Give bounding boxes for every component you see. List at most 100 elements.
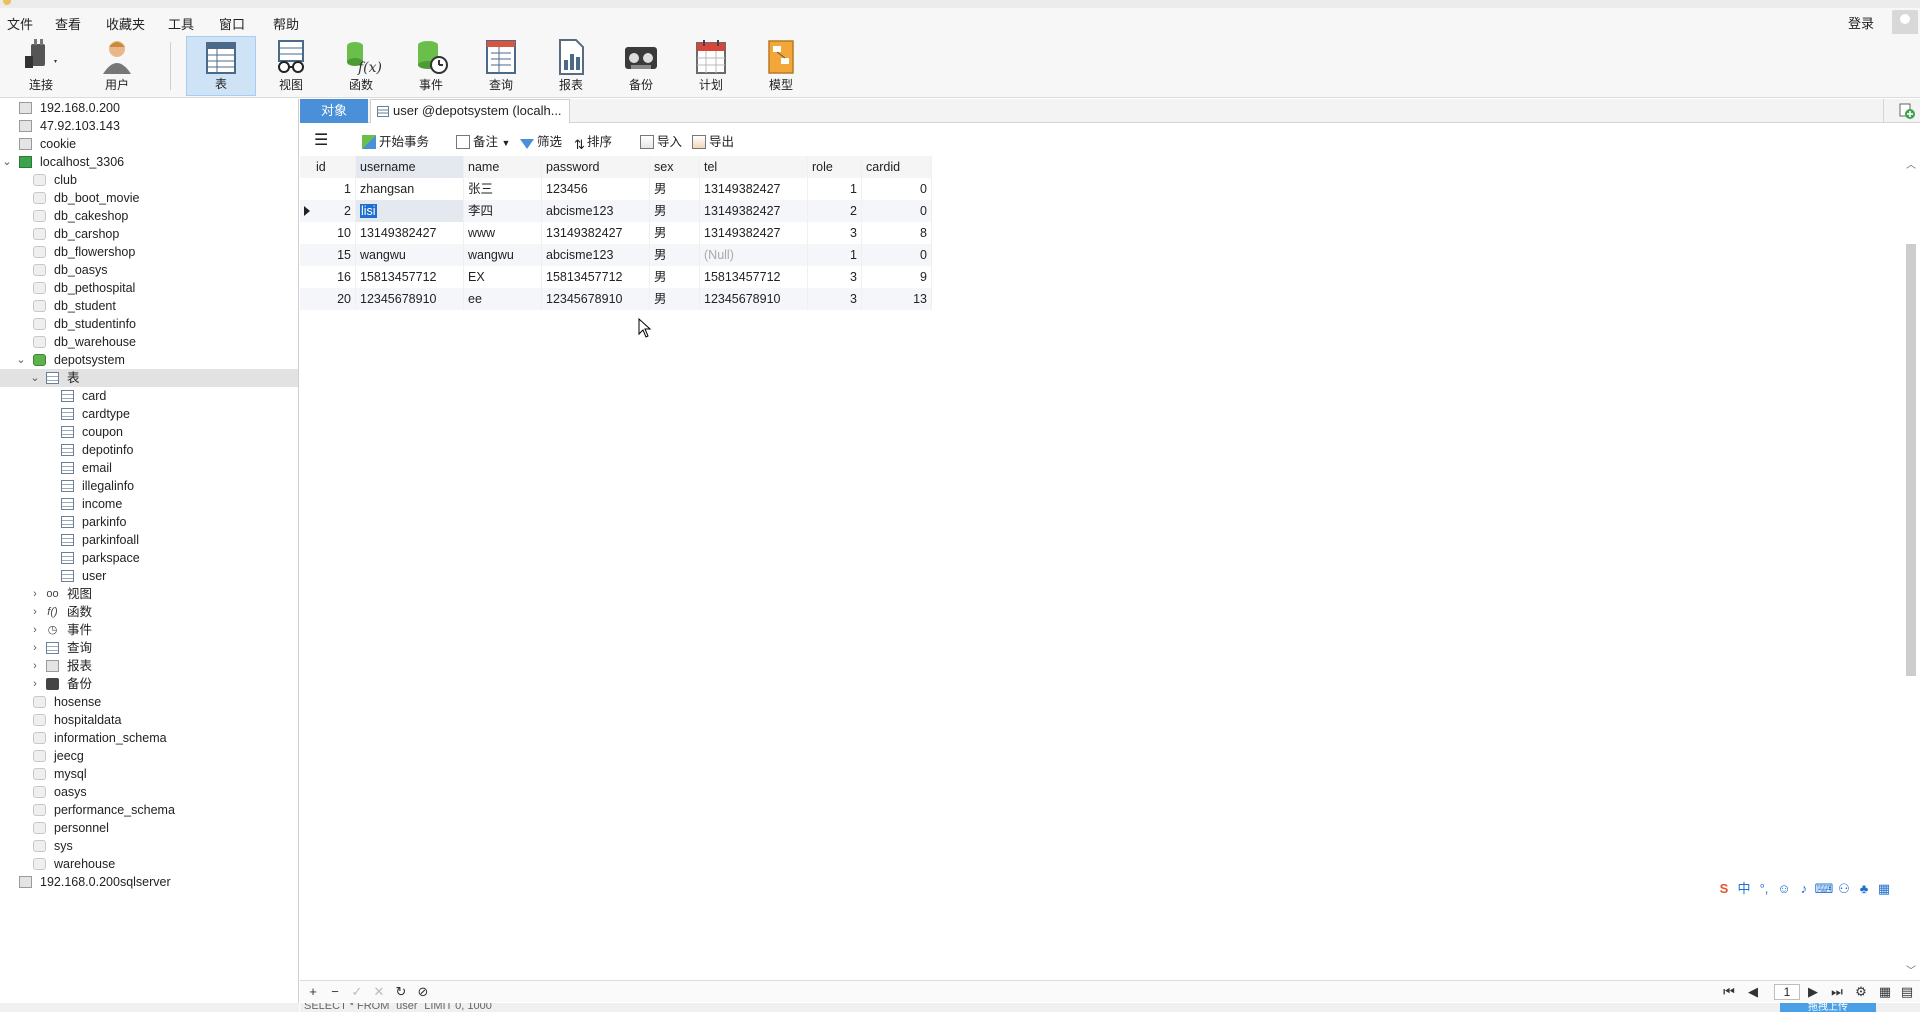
cell-name[interactable]: ee	[464, 288, 542, 310]
tree-table-item[interactable]: coupon	[0, 423, 298, 441]
chevron-right-icon[interactable]: ›	[29, 675, 41, 693]
column-header-username[interactable]: username	[356, 156, 464, 178]
chevron-right-icon[interactable]: ›	[29, 657, 41, 675]
cell-id[interactable]: 20	[312, 288, 356, 310]
tree-database[interactable]: jeecg	[0, 747, 298, 765]
cell-id[interactable]: 10	[312, 222, 356, 244]
backup-button[interactable]: 备份	[606, 36, 676, 96]
cell-sex[interactable]: 男	[650, 266, 700, 288]
cell-tel[interactable]: 13149382427	[700, 178, 808, 200]
cell-password[interactable]: 15813457712	[542, 266, 650, 288]
cell-password[interactable]: abcisme123	[542, 200, 650, 222]
tree-table-item[interactable]: parkinfo	[0, 513, 298, 531]
cell-role[interactable]: 3	[808, 222, 862, 244]
scroll-down-icon[interactable]: ﹀	[1904, 962, 1918, 977]
tree-group-views[interactable]: › oo 视图	[0, 585, 298, 603]
cell-password[interactable]: abcisme123	[542, 244, 650, 266]
tree-table-item[interactable]: parkspace	[0, 549, 298, 567]
user-avatar[interactable]	[1892, 10, 1918, 36]
cell-role[interactable]: 1	[808, 178, 862, 200]
import-button[interactable]: 导入	[640, 133, 682, 151]
cell-role[interactable]: 3	[808, 288, 862, 310]
menu-file[interactable]: 文件	[7, 14, 33, 33]
sort-button[interactable]: ⇅ 排序	[574, 133, 612, 152]
cell-role[interactable]: 3	[808, 266, 862, 288]
user-button[interactable]: 用户	[82, 36, 152, 96]
cell-username[interactable]: wangwu	[356, 244, 464, 266]
tree-table-item[interactable]: email	[0, 459, 298, 477]
cell-cardid[interactable]: 0	[862, 244, 932, 266]
previous-page-icon[interactable]: ◀	[1744, 983, 1762, 1001]
cell-tel[interactable]: 12345678910	[700, 288, 808, 310]
cell-cardid[interactable]: 0	[862, 200, 932, 222]
cell-id[interactable]: 16	[312, 266, 356, 288]
cell-cardid[interactable]: 8	[862, 222, 932, 244]
tree-database[interactable]: db_pethospital	[0, 279, 298, 297]
table-button[interactable]: 表	[186, 36, 256, 96]
tree-database[interactable]: db_boot_movie	[0, 189, 298, 207]
cell-cardid[interactable]: 13	[862, 288, 932, 310]
grid-view-icon[interactable]: ▦	[1876, 983, 1894, 1001]
function-button[interactable]: f(x) 函数	[326, 36, 396, 96]
hamburger-menu-icon[interactable]: ☰	[314, 133, 328, 151]
column-header-tel[interactable]: tel	[700, 156, 808, 178]
login-link[interactable]: 登录	[1848, 13, 1874, 32]
tree-database[interactable]: performance_schema	[0, 801, 298, 819]
cell-role[interactable]: 2	[808, 200, 862, 222]
tree-database[interactable]: club	[0, 171, 298, 189]
connect-button[interactable]: 连接	[6, 36, 76, 96]
tree-database[interactable]: oasys	[0, 783, 298, 801]
cell-password[interactable]: 123456	[542, 178, 650, 200]
settings-gear-icon[interactable]: ⚙	[1852, 983, 1870, 1001]
cell-name[interactable]: EX	[464, 266, 542, 288]
cell-sex[interactable]: 男	[650, 244, 700, 266]
table-row[interactable]: 20 12345678910 ee 12345678910 男 12345678910 3 1…	[300, 288, 932, 310]
begin-transaction-button[interactable]: 开始事务	[362, 133, 429, 151]
chevron-right-icon[interactable]: ›	[29, 621, 41, 639]
tree-group-reports[interactable]: › 报表	[0, 657, 298, 675]
ime-language[interactable]: 中	[1734, 878, 1754, 897]
export-button[interactable]: 导出	[692, 133, 734, 151]
tree-database[interactable]: db_studentinfo	[0, 315, 298, 333]
chevron-down-icon[interactable]: ⌄	[1, 153, 13, 171]
query-button[interactable]: 查询	[466, 36, 536, 96]
first-page-icon[interactable]: ⏮	[1720, 983, 1738, 1001]
chevron-down-icon[interactable]: ⌄	[15, 351, 27, 369]
cell-tel[interactable]: (Null)	[700, 244, 808, 266]
tab-objects[interactable]: 对象	[300, 99, 368, 123]
grid-menu-icon[interactable]: ▦	[1874, 881, 1894, 897]
stop-icon[interactable]: ⊘	[414, 983, 432, 1001]
tree-database[interactable]: mysql	[0, 765, 298, 783]
next-page-icon[interactable]: ▶	[1804, 983, 1822, 1001]
memo-button[interactable]: 备注 ▼	[456, 133, 510, 151]
table-row[interactable]: 2 lisi 李四 abcisme123 男 13149382427 2 0	[300, 200, 932, 222]
column-header-password[interactable]: password	[542, 156, 650, 178]
chevron-down-icon[interactable]: ▼	[502, 138, 511, 148]
chevron-down-icon[interactable]: ⌄	[29, 369, 41, 387]
cell-id[interactable]: 15	[312, 244, 356, 266]
keyboard-icon[interactable]: ⌨	[1814, 881, 1834, 897]
cell-password[interactable]: 13149382427	[542, 222, 650, 244]
cell-tel[interactable]: 15813457712	[700, 266, 808, 288]
cell-role[interactable]: 1	[808, 244, 862, 266]
tree-database-depotsystem[interactable]: ⌄ depotsystem	[0, 351, 298, 369]
cell-username[interactable]: 13149382427	[356, 222, 464, 244]
tree-database[interactable]: warehouse	[0, 855, 298, 873]
cell-sex[interactable]: 男	[650, 222, 700, 244]
selected-cell-text[interactable]: lisi	[360, 204, 377, 218]
ime-punctuation[interactable]: °,	[1754, 881, 1774, 896]
skin-shirt-icon[interactable]: ♣	[1854, 881, 1874, 896]
cell-sex[interactable]: 男	[650, 288, 700, 310]
model-button[interactable]: 模型	[746, 36, 816, 96]
tree-database[interactable]: db_warehouse	[0, 333, 298, 351]
cell-cardid[interactable]: 0	[862, 178, 932, 200]
report-button[interactable]: 报表	[536, 36, 606, 96]
add-connection-icon[interactable]	[1898, 102, 1916, 120]
tree-database[interactable]: db_cakeshop	[0, 207, 298, 225]
chevron-right-icon[interactable]: ›	[29, 639, 41, 657]
scroll-up-icon[interactable]: ︿	[1904, 156, 1918, 171]
tab-user-table[interactable]: user @depotsystem (localh...	[370, 99, 570, 123]
navigation-tree[interactable]: 192.168.0.200 47.92.103.143 cookie ⌄ loca…	[0, 99, 299, 1012]
tree-database[interactable]: db_carshop	[0, 225, 298, 243]
apply-changes-icon[interactable]: ✓	[348, 983, 366, 1001]
